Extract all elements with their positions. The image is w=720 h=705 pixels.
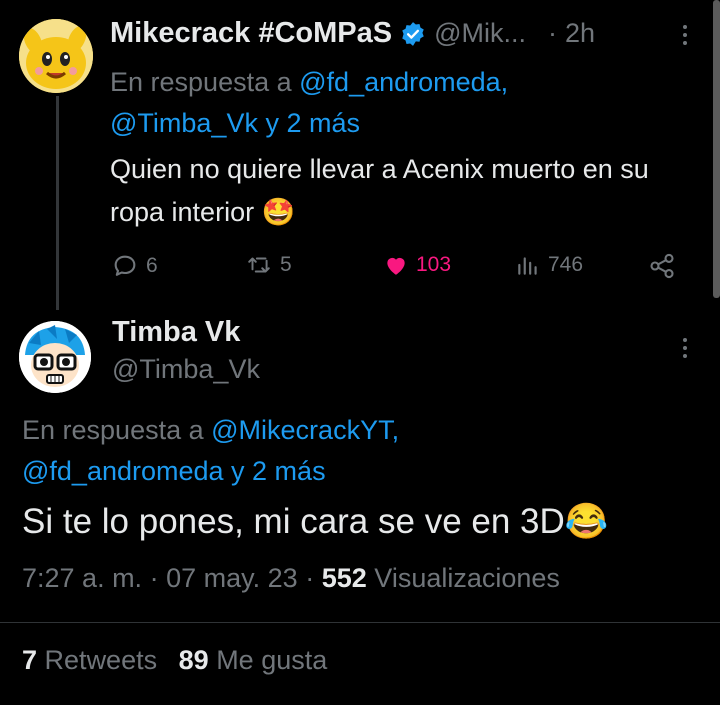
avatar-mikecrack[interactable]: [19, 19, 93, 93]
reply-replying-prefix: En respuesta a: [110, 67, 292, 97]
main-mention-2[interactable]: @fd_andromeda y 2 más: [22, 456, 326, 486]
reply-display-name[interactable]: Mikecrack #CoMPaS: [110, 17, 392, 50]
views-count: 746: [548, 253, 584, 276]
views-button[interactable]: 746: [514, 252, 583, 278]
main-meta-line: 7:27 a. m. · 07 may. 23 · 552 Visualizac…: [22, 563, 560, 594]
main-views-label: Visualizaciones: [374, 563, 560, 593]
reply-text: Quien no quiere llevar a Acenix muerto e…: [110, 148, 690, 234]
reply-mention-1[interactable]: @fd_andromeda,: [299, 67, 508, 97]
reply-button[interactable]: 6: [110, 252, 158, 280]
share-icon: [650, 253, 674, 279]
main-header: Timba Vk @Timba_Vk: [112, 316, 260, 385]
avatar-timba[interactable]: [19, 321, 91, 393]
main-engagement-stats: 7 Retweets 89 Me gusta: [22, 645, 327, 676]
retweets-stat-count: 7: [22, 645, 38, 675]
main-meta-sep-2: ·: [305, 563, 315, 593]
share-button[interactable]: [648, 252, 676, 280]
main-replying-prefix: En respuesta a: [22, 415, 204, 445]
reply-more-options-icon[interactable]: [682, 25, 688, 45]
views-bar-chart-icon: [518, 257, 537, 275]
reply-time-separator: ·: [548, 18, 557, 48]
reply-count: 6: [146, 254, 158, 277]
retweets-stat-label: Retweets: [44, 645, 158, 675]
reply-replying-to: En respuesta a @fd_andromeda, @Timba_Vk …: [110, 62, 670, 144]
main-replying-to: En respuesta a @MikecrackYT, @fd_androme…: [22, 410, 682, 492]
verified-badge-icon: [402, 21, 424, 46]
main-date[interactable]: 07 may. 23: [166, 563, 298, 593]
retweet-icon: [248, 257, 270, 273]
divider: [0, 622, 720, 623]
main-more-options-icon[interactable]: [682, 338, 688, 358]
reply-handle[interactable]: @Mik...: [434, 18, 526, 49]
main-handle[interactable]: @Timba_Vk: [112, 354, 260, 385]
like-button[interactable]: 103: [382, 252, 451, 278]
heart-filled-icon: [387, 257, 405, 275]
reply-timestamp[interactable]: 2h: [565, 18, 595, 49]
reply-bubble-icon: [114, 255, 136, 276]
main-time[interactable]: 7:27 a. m.: [22, 563, 142, 593]
like-count: 103: [416, 253, 452, 276]
main-text: Si te lo pones, mi cara se ve en 3D😂: [22, 500, 608, 544]
likes-stat-label: Me gusta: [216, 645, 328, 675]
mikecrack-avatar-icon: [19, 19, 93, 93]
likes-stat-count: 89: [178, 645, 209, 675]
main-display-name[interactable]: Timba Vk: [112, 316, 260, 349]
thread-connector-line: [56, 96, 59, 310]
timba-avatar-icon: [19, 321, 91, 393]
retweet-button[interactable]: 5: [244, 252, 292, 278]
star-struck-emoji-icon: 🤩: [261, 197, 296, 227]
reply-mention-2[interactable]: @Timba_Vk y 2 más: [110, 108, 360, 138]
retweets-stat[interactable]: 7 Retweets: [22, 645, 165, 675]
main-views-count: 552: [321, 563, 367, 593]
retweet-count: 5: [280, 253, 292, 276]
main-mention-1[interactable]: @MikecrackYT,: [211, 415, 399, 445]
scrollbar[interactable]: [713, 0, 720, 298]
tears-of-joy-emoji-icon: 😂: [564, 502, 609, 541]
likes-stat[interactable]: 89 Me gusta: [179, 645, 328, 675]
main-meta-sep-1: ·: [149, 563, 159, 593]
reply-header: Mikecrack #CoMPaS @Mik... · 2h: [110, 17, 595, 50]
main-text-body: Si te lo pones, mi cara se ve en 3D: [22, 502, 565, 541]
reply-text-body: Quien no quiere llevar a Acenix muerto e…: [110, 154, 649, 227]
